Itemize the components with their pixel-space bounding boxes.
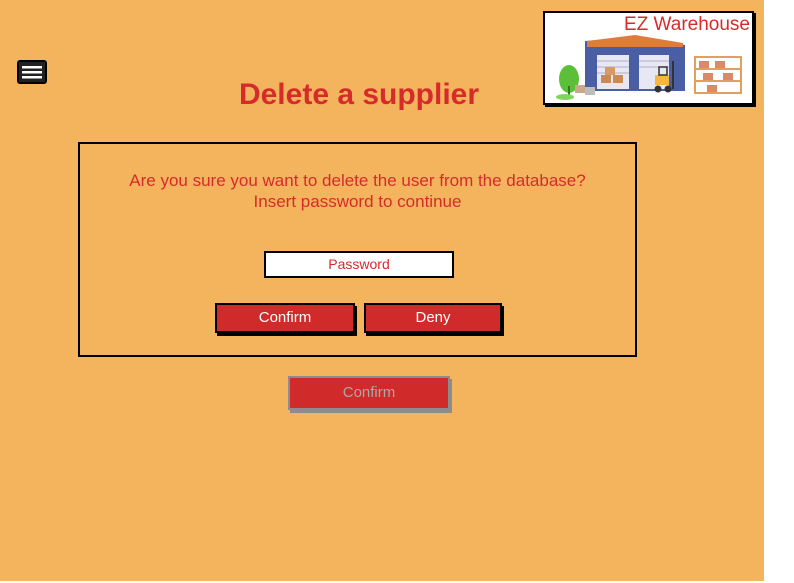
deny-button[interactable]: Deny bbox=[364, 303, 502, 333]
confirm-button[interactable]: Confirm bbox=[215, 303, 355, 333]
dialog-message-line1: Are you sure you want to delete the user… bbox=[129, 171, 586, 190]
page-title: Delete a supplier bbox=[238, 78, 480, 111]
dialog-message: Are you sure you want to delete the user… bbox=[80, 170, 635, 212]
dialog-message-line2: Insert password to continue bbox=[253, 192, 462, 211]
delete-confirmation-dialog: Are you sure you want to delete the user… bbox=[78, 142, 637, 357]
app-canvas: EZ Warehouse Delete a supplier Are you s… bbox=[0, 0, 764, 581]
password-field[interactable]: Password bbox=[264, 251, 454, 278]
confirm-button-disabled[interactable]: Confirm bbox=[288, 376, 450, 410]
